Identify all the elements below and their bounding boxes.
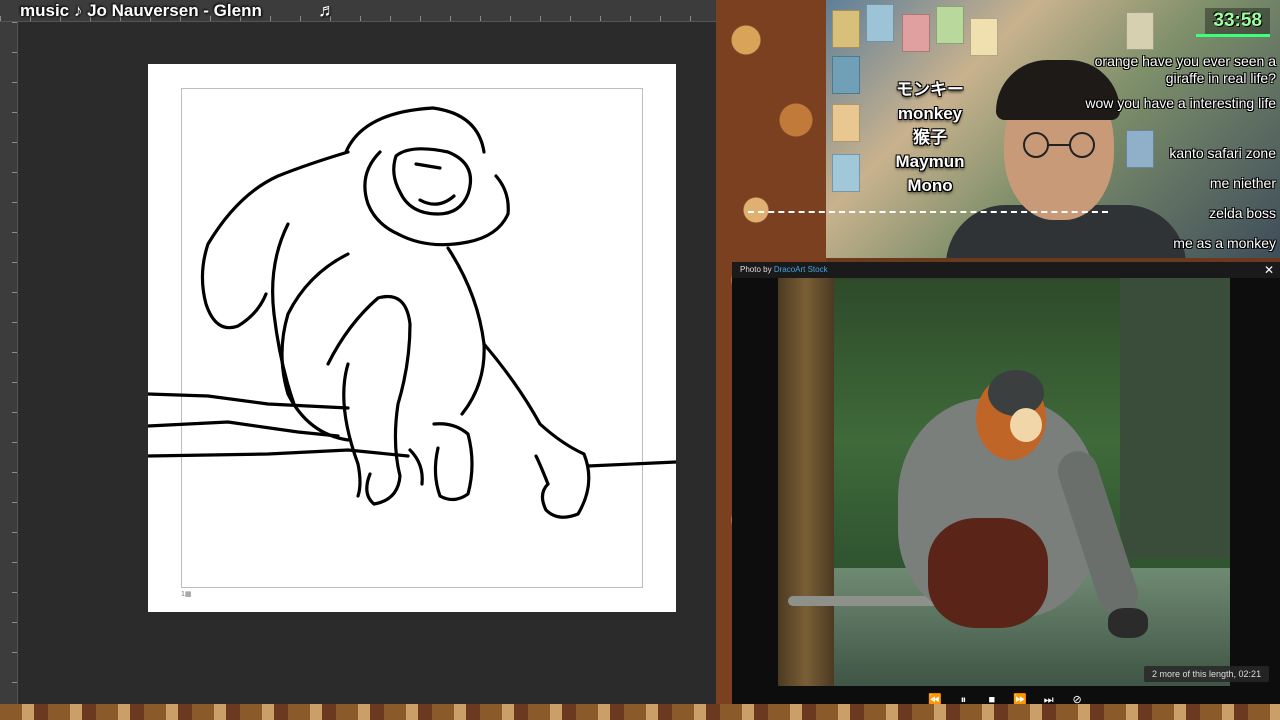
bottom-pattern-strip (0, 704, 1280, 720)
foot-stroke (408, 448, 424, 486)
monkey-hand (1108, 608, 1148, 638)
stream-layout: music ♪ Jo Nauversen - Glenn ♬ 1▦ モンキー m… (0, 0, 1280, 720)
viewer-header: Photo by DracoArt Stock ✕ (732, 262, 1280, 278)
monkey-face (1010, 408, 1042, 442)
chat-message: zelda boss (1209, 205, 1276, 221)
drawing-canvas[interactable]: 1▦ (148, 64, 676, 612)
credit-author-link[interactable]: DracoArt Stock (774, 265, 828, 274)
now-playing-title: music ♪ Jo Nauversen - Glenn (20, 1, 262, 20)
credit-prefix: Photo by (740, 265, 772, 274)
close-icon[interactable]: ✕ (1264, 263, 1274, 277)
drawing-app-window: music ♪ Jo Nauversen - Glenn ♬ 1▦ (0, 0, 716, 704)
timer-progress-bar (1196, 34, 1270, 37)
chat-message: wow you have a interesting life (1085, 95, 1276, 111)
wall-poster (832, 154, 860, 192)
dashed-divider (748, 211, 1108, 213)
countdown-timer: 33:58 (1205, 8, 1270, 34)
branch-stroke (586, 460, 676, 468)
wall-poster (1126, 12, 1154, 50)
chat-message: kanto safari zone (1169, 145, 1276, 161)
photo-wooden-post (778, 278, 834, 686)
vertical-ruler (0, 22, 18, 704)
leg-stroke (342, 362, 362, 498)
word-turkish: Maymun (895, 152, 965, 171)
webcam-feed: モンキー monkey 猴子 Maymun Mono 33:58 orange … (826, 0, 1280, 258)
wall-poster (832, 104, 860, 142)
leg-stroke (326, 295, 412, 506)
photo-viewer: Photo by DracoArt Stock ✕ ⏪ ⏸ ■ ⏩ ⏭ ⊘ (732, 262, 1280, 712)
wall-poster (832, 56, 860, 94)
chat-message: me as a monkey (1173, 235, 1276, 251)
wall-poster (902, 14, 930, 52)
chat-overlay: orange have you ever seen a giraffe in r… (1036, 46, 1276, 258)
eye-stroke (414, 162, 442, 170)
foot-stroke (432, 422, 474, 502)
branch-stroke (148, 392, 350, 410)
word-spanish: Mono (907, 176, 953, 195)
photo-credit: Photo by DracoArt Stock (740, 265, 828, 274)
head-stroke (344, 106, 486, 154)
wall-poster (832, 10, 860, 48)
mouth-stroke (418, 194, 456, 206)
wall-poster (970, 18, 998, 56)
reference-photo (778, 278, 1230, 686)
monkey-sketch (148, 106, 676, 519)
translation-words: モンキー monkey 猴子 Maymun Mono (884, 78, 976, 198)
wall-poster (936, 6, 964, 44)
word-english: monkey (897, 104, 963, 123)
right-arm-stroke (482, 342, 591, 519)
chest-stroke (446, 246, 486, 416)
photo-wall (1120, 278, 1230, 558)
back-stroke (200, 150, 350, 330)
more-photos-badge[interactable]: 2 more of this length, 02:21 (1144, 666, 1270, 682)
chat-message: me niether (1209, 175, 1276, 191)
hand-stroke (534, 454, 550, 486)
wall-poster (866, 4, 894, 42)
music-note-icon: ♬ (318, 0, 336, 20)
monkey-legs (928, 518, 1048, 628)
word-chinese: 猴子 (913, 128, 947, 147)
branch-stroke (148, 448, 410, 458)
word-japanese: モンキー (896, 80, 964, 99)
monkey-head (988, 370, 1044, 416)
